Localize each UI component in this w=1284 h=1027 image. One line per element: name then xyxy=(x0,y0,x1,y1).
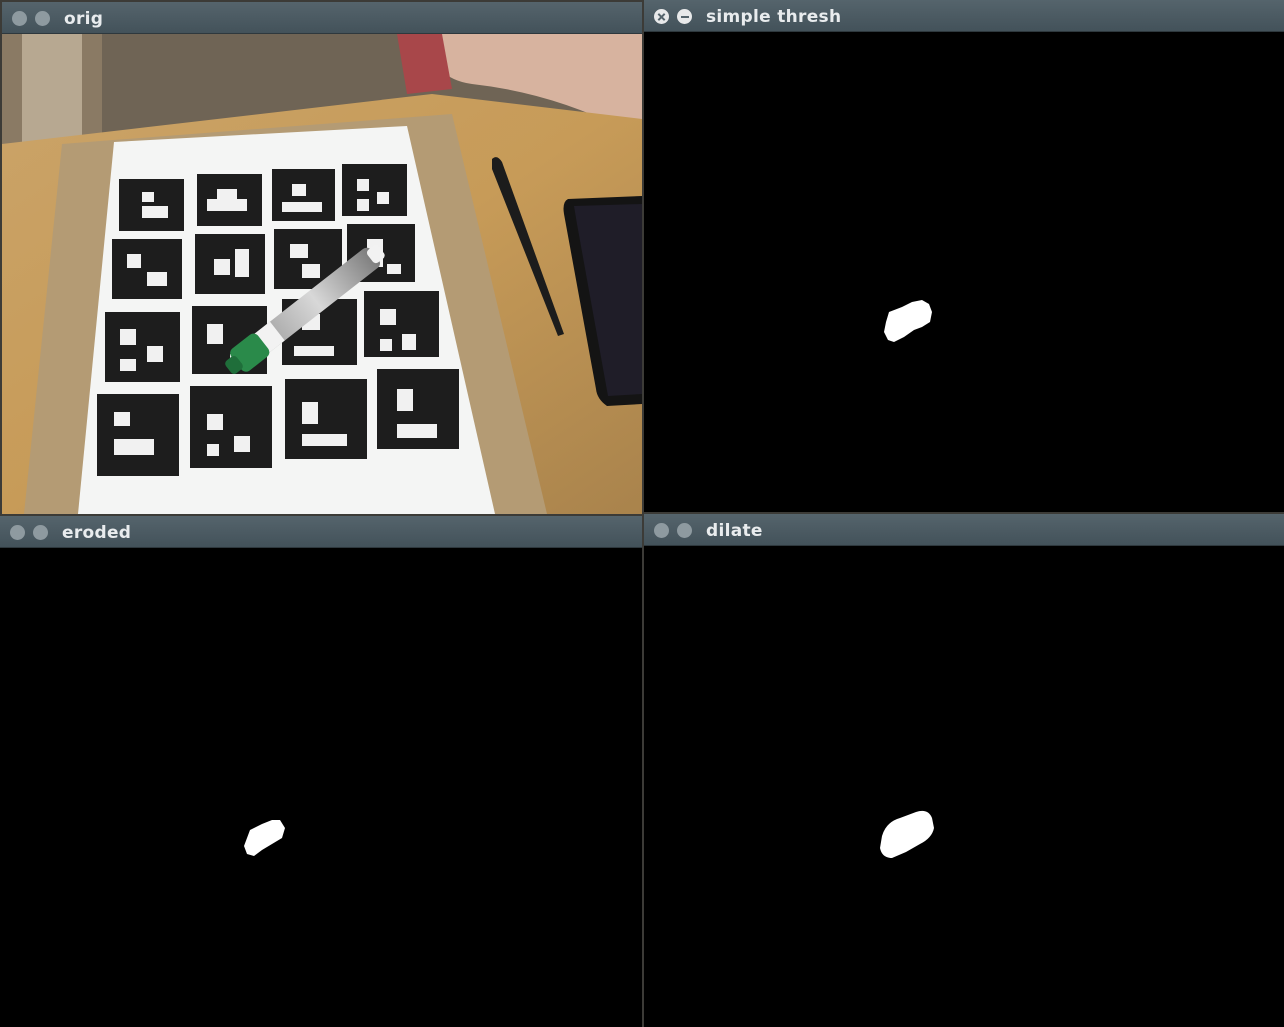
title-bar[interactable]: orig xyxy=(2,2,642,34)
dilated-mask xyxy=(644,546,1284,1027)
camera-image xyxy=(2,34,642,514)
eroded-mask xyxy=(0,548,642,1027)
minimize-button[interactable] xyxy=(33,525,48,540)
title-bar[interactable]: eroded xyxy=(0,516,642,548)
close-button[interactable] xyxy=(654,523,669,538)
close-button[interactable] xyxy=(10,525,25,540)
window-title: dilate xyxy=(706,521,763,541)
threshold-mask xyxy=(644,32,1284,512)
minimize-button[interactable] xyxy=(677,523,692,538)
close-button[interactable] xyxy=(654,9,669,24)
window-eroded: eroded xyxy=(0,516,642,1027)
minimize-button[interactable] xyxy=(35,11,50,26)
window-title: simple thresh xyxy=(706,7,842,27)
minimize-button[interactable] xyxy=(677,9,692,24)
title-bar[interactable]: simple thresh xyxy=(644,0,1284,32)
window-orig: orig xyxy=(2,2,642,514)
window-simple-thresh: simple thresh xyxy=(644,0,1284,512)
title-bar[interactable]: dilate xyxy=(644,514,1284,546)
window-title: eroded xyxy=(62,523,132,543)
window-dilate: dilate xyxy=(644,514,1284,1027)
window-title: orig xyxy=(64,9,104,29)
close-button[interactable] xyxy=(12,11,27,26)
